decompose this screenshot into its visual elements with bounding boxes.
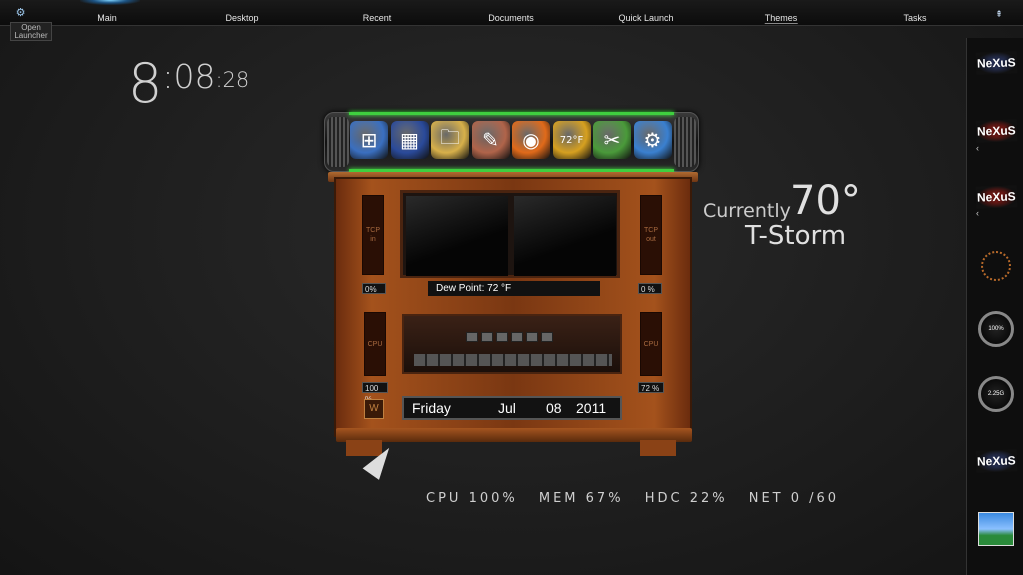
nexus-label-4: NeXuS [975,449,1017,473]
tcp-in-meter: TCP in [362,195,384,275]
tcp-out-meter: TCP out [640,195,662,275]
clock-minute: :08 [162,57,216,96]
dock-right-cap [674,117,696,167]
collapse-icon[interactable]: ⇞ [994,9,1004,19]
gear-icon[interactable]: ⚙ [15,8,26,19]
cabinet-foot-right [640,440,676,456]
stat-net: NET 0 /60 [748,491,840,506]
open-launcher-tooltip: Open Launcher [10,22,52,41]
nav-quick-launch[interactable]: Quick Launch [618,13,673,23]
memory-gauge-value: 2.25G [978,376,1014,412]
dew-point-readout: Dew Point: 72 °F [428,281,600,296]
stat-hdc: HDC 22% [644,491,728,506]
date-day: Friday [412,400,451,416]
memory-gauge-icon[interactable]: 2.25G [975,373,1017,415]
sidebar-gadget-icon[interactable]: ▦ [390,121,429,159]
photo-gadget-icon[interactable] [975,508,1017,550]
firefox-icon[interactable]: ◉ [512,121,550,159]
media-deck [402,314,622,374]
nexus-icon-2[interactable]: NeXuS [975,110,1017,152]
nexus-icon-4[interactable]: NeXuS [975,440,1017,482]
dock-left-cap [327,117,349,167]
nexus-label-3: NeXuS [975,185,1017,209]
screen-frame [400,190,620,278]
screen-left [406,196,508,276]
weather-temperature: 70° [790,178,861,224]
winamp-logo-icon[interactable]: W [364,399,384,419]
cpu-left-percent: 100 % [362,382,388,404]
chevron-left-icon-2[interactable]: ‹ [976,208,979,218]
nav-desktop[interactable]: Desktop [225,13,258,23]
active-glow [80,0,140,5]
cabinet-base [336,428,692,442]
cpu-left-label: CPU [367,340,383,348]
tcp-out-percent: 0 % [638,283,662,294]
nexus-label-2: NeXuS [975,119,1017,143]
nav-recent[interactable]: Recent [363,13,392,23]
clock-second: :28 [215,68,250,92]
weather-condition: T-Storm [745,221,847,251]
loading-dots-icon[interactable] [975,245,1017,287]
date-month: Jul [498,400,516,416]
nexus-label-1: NeXuS [975,51,1017,75]
deck-keys [414,354,612,366]
clock-hour: 8 [128,52,163,115]
cpu-gauge-value: 100% [978,311,1014,347]
weather-currently-label: Currently [703,200,791,222]
cpu-right-label: CPU [643,340,659,348]
stat-mem: MEM 67% [538,491,624,506]
chevron-left-icon-1[interactable]: ‹ [976,143,979,153]
deck-buttons[interactable] [466,332,553,342]
screen-right [514,196,616,276]
tools-icon[interactable]: ✂ [593,121,631,159]
nav-documents[interactable]: Documents [488,13,534,23]
paint-icon[interactable]: ✎ [471,121,510,159]
nexus-icon-1[interactable]: NeXuS [975,42,1017,84]
cpu-left-meter: CPU [364,312,386,376]
tcp-in-label: TCP in [366,227,380,243]
cpu-right-meter: CPU [640,312,662,376]
nav-main[interactable]: Main [97,13,117,23]
date-date: 08 [546,400,562,416]
tcp-in-percent: 0% [362,283,386,294]
dock-top-glow [349,112,674,115]
nexus-icon-3[interactable]: NeXuS [975,176,1017,218]
cpu-gauge-icon[interactable]: 100% [975,308,1017,350]
desktop-clock: 8:08:28 [128,52,249,115]
weather-icon[interactable]: 72°F [552,121,591,159]
settings-gears-icon[interactable]: ⚙ [633,121,672,159]
stat-cpu: CPU 100% [426,491,518,506]
cpu-right-percent: 72 % [638,382,664,393]
date-display: Friday Jul 08 2011 [402,396,622,420]
date-year: 2011 [576,400,607,416]
system-stats: CPU 100% MEM 67% HDC 22% NET 0 /60 [426,491,853,506]
top-launcher-bar: ⚙ Main Desktop Recent Documents Quick La… [0,0,1023,26]
tcp-out-label: TCP out [644,227,658,243]
nav-tasks[interactable]: Tasks [903,13,926,23]
folder-icon[interactable]: 🗀 [431,121,469,159]
nav-themes[interactable]: Themes [764,13,798,24]
windows-start-icon[interactable]: ⊞ [350,121,388,159]
